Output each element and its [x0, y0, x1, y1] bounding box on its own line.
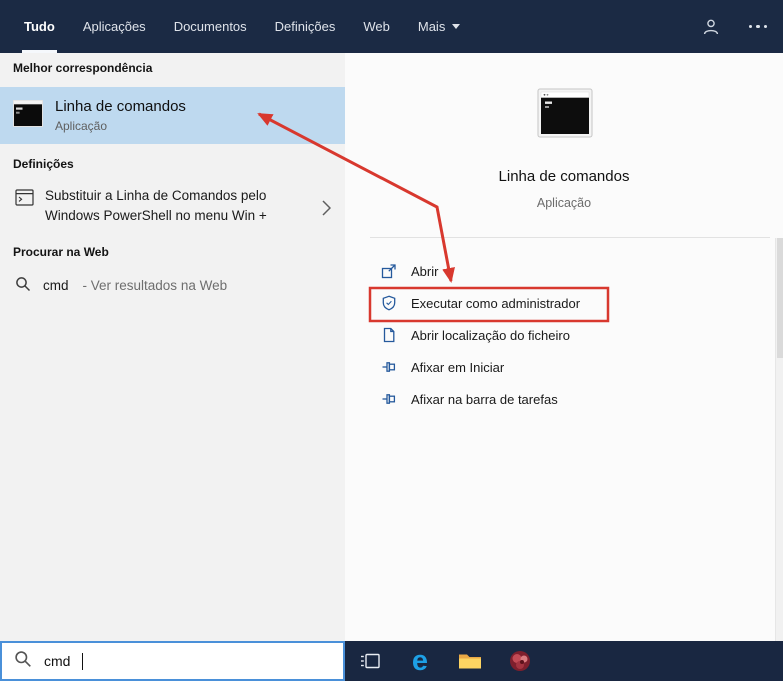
pin-icon — [381, 391, 397, 407]
action-label: Afixar na barra de tarefas — [411, 391, 558, 407]
result-best-match[interactable]: Linha de comandos Aplicação — [0, 87, 345, 144]
windows-search-flyout: Tudo Aplicações Documentos Definições We… — [0, 0, 783, 681]
action-label: Afixar em Iniciar — [411, 359, 505, 375]
feedback-person-icon[interactable] — [701, 17, 721, 37]
web-query-text: cmd — [43, 277, 69, 293]
tab-label: Documentos — [173, 19, 247, 34]
file-location-icon — [381, 327, 397, 343]
app-icon[interactable] — [508, 641, 532, 681]
open-icon — [381, 263, 397, 279]
search-icon — [14, 650, 32, 673]
tab-mais[interactable]: Mais — [416, 0, 462, 53]
search-results-panel: Melhor correspondência Linha de comandos… — [0, 53, 345, 641]
scrollbar-thumb[interactable] — [777, 238, 783, 358]
chevron-right-icon[interactable] — [322, 200, 331, 216]
action-executar-como-administrador[interactable]: Executar como administrador — [345, 287, 783, 319]
action-label: Executar como administrador — [411, 295, 581, 311]
result-settings-item[interactable]: Substituir a Linha de Comandos pelo Wind… — [0, 179, 345, 237]
topbar-actions — [701, 0, 767, 53]
settings-item-label: Substituir a Linha de Comandos pelo Wind… — [45, 188, 267, 224]
action-afixar-iniciar[interactable]: Afixar em Iniciar — [345, 351, 783, 383]
tab-tudo[interactable]: Tudo — [22, 0, 57, 53]
shield-icon — [381, 295, 397, 311]
result-title: Linha de comandos — [55, 98, 186, 115]
tab-label: Web — [363, 19, 390, 34]
action-abrir[interactable]: Abrir — [345, 255, 783, 287]
web-section-header: Procurar na Web — [13, 245, 109, 259]
file-explorer-icon[interactable] — [458, 641, 482, 681]
edge-icon[interactable]: e — [408, 641, 432, 681]
tab-label: Aplicações — [82, 19, 146, 34]
tab-web[interactable]: Web — [361, 0, 392, 53]
preview-subtitle: Aplicação — [536, 196, 592, 210]
action-label: Abrir — [411, 263, 439, 279]
best-match-text: Linha de comandos Aplicação — [55, 98, 186, 133]
action-abrir-localizacao[interactable]: Abrir localização do ficheiro — [345, 319, 783, 351]
divider — [370, 237, 770, 238]
command-prompt-large-icon — [537, 88, 593, 138]
tab-documentos[interactable]: Documentos — [172, 0, 249, 53]
taskbar: e — [345, 641, 783, 681]
text-cursor — [82, 652, 84, 670]
tab-label: Tudo — [24, 19, 55, 34]
settings-section-header: Definições — [13, 157, 74, 171]
tab-label: Definições — [274, 19, 336, 34]
tab-aplicacoes[interactable]: Aplicações — [81, 0, 148, 53]
web-suffix-text: - Ver resultados na Web — [82, 277, 228, 293]
task-view-icon[interactable] — [358, 641, 382, 681]
result-web-search[interactable]: cmd - Ver resultados na Web — [0, 267, 345, 303]
result-subtitle: Aplicação — [55, 119, 108, 133]
scrollbar[interactable] — [775, 238, 783, 641]
command-prompt-icon — [13, 99, 43, 132]
action-afixar-barra-tarefas[interactable]: Afixar na barra de tarefas — [345, 383, 783, 415]
pin-icon — [381, 359, 397, 375]
tab-definicoes[interactable]: Definições — [273, 0, 338, 53]
action-label: Abrir localização do ficheiro — [411, 327, 570, 343]
filter-tabs: Tudo Aplicações Documentos Definições We… — [22, 0, 486, 53]
search-input-value: cmd — [44, 653, 71, 669]
command-prompt-outline-icon — [15, 189, 34, 237]
preview-panel: Linha de comandos Aplicação Abrir Execut… — [345, 53, 783, 641]
search-icon — [15, 276, 31, 295]
best-match-section-header: Melhor correspondência — [13, 61, 153, 75]
search-filter-bar: Tudo Aplicações Documentos Definições We… — [0, 0, 783, 53]
chevron-down-icon — [452, 24, 461, 29]
search-input[interactable]: cmd — [0, 641, 345, 681]
preview-title: Linha de comandos — [498, 168, 630, 185]
tab-label: Mais — [417, 19, 446, 34]
more-options-ellipsis-icon[interactable] — [748, 24, 767, 29]
